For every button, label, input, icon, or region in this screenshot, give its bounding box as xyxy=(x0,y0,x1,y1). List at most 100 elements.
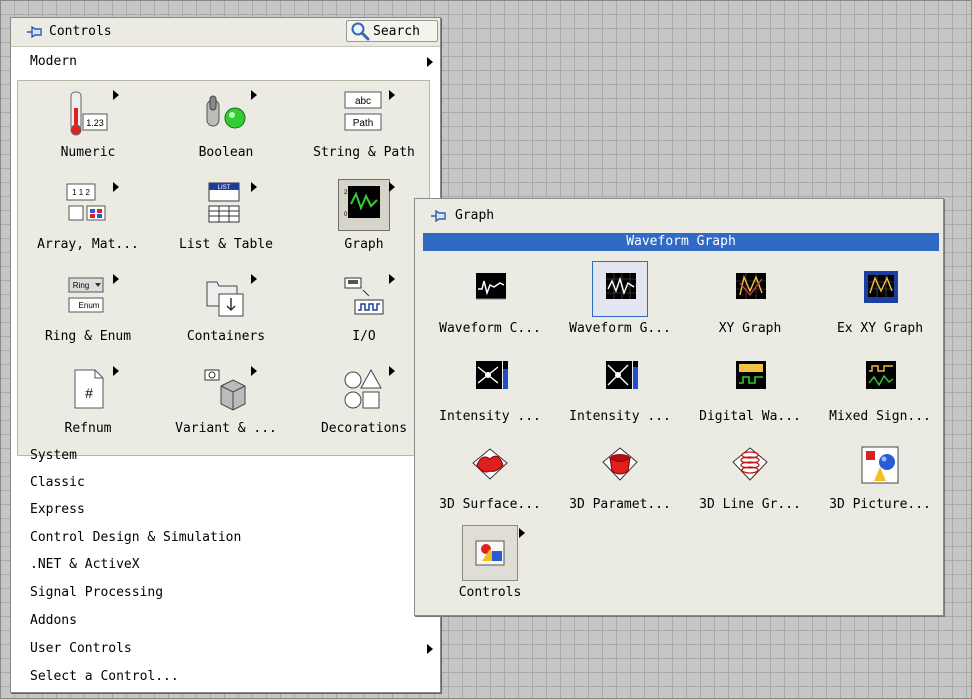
intensity-chart-icon xyxy=(476,361,508,389)
waveform-chart-icon xyxy=(476,273,506,300)
svg-text:Path: Path xyxy=(353,118,374,129)
magnifier-icon xyxy=(351,22,370,41)
submenu-arrow-icon xyxy=(519,528,525,538)
graph-item-digital-waveform[interactable]: Digital Wa... xyxy=(685,345,815,429)
graph-item-label: Mixed Sign... xyxy=(829,409,931,424)
palette-item-numeric[interactable]: 1.23 Numeric xyxy=(18,81,158,165)
category-label: Classic xyxy=(30,475,85,490)
3d-line-graph-icon xyxy=(732,447,768,481)
palette-item-label: Variant & ... xyxy=(175,421,277,436)
category-label: Select a Control... xyxy=(30,669,179,684)
array-matrix-icon: 1 1 2 xyxy=(66,183,106,221)
submenu-arrow-icon xyxy=(113,90,119,100)
3d-picture-icon xyxy=(861,446,899,484)
palette-item-label: Numeric xyxy=(60,145,116,160)
submenu-arrow-icon xyxy=(389,90,395,100)
controls-subpalette-icon xyxy=(475,540,505,566)
submenu-arrow-icon xyxy=(113,366,119,376)
category-control-design-simulation[interactable]: Control Design & Simulation xyxy=(11,524,440,551)
submenu-arrow-icon xyxy=(251,90,257,100)
graph-item-mixed-signal[interactable]: Mixed Sign... xyxy=(815,345,945,429)
submenu-arrow-icon xyxy=(113,274,119,284)
graph-item-label: Waveform C... xyxy=(439,321,541,336)
graph-icon: 2 0 xyxy=(344,186,380,218)
graph-item-label: 3D Paramet... xyxy=(569,497,671,512)
category-signal-processing[interactable]: Signal Processing xyxy=(11,579,440,606)
palette-item-refnum[interactable]: # Refnum xyxy=(18,357,158,441)
category-addons[interactable]: Addons xyxy=(11,607,440,634)
ring-enum-icon: Ring Enum xyxy=(68,277,104,313)
thumbtack-icon[interactable] xyxy=(429,208,447,224)
digital-waveform-icon xyxy=(736,361,766,389)
category-classic[interactable]: Classic xyxy=(11,469,440,496)
3d-surface-icon xyxy=(472,448,508,480)
selected-item-name: Waveform Graph xyxy=(423,233,939,251)
io-icon xyxy=(344,277,384,315)
submenu-arrow-icon xyxy=(251,274,257,284)
palette-item-boolean[interactable]: Boolean xyxy=(156,81,296,165)
palette-item-label: Ring & Enum xyxy=(44,329,132,344)
graph-item-label: 3D Surface... xyxy=(439,497,541,512)
submenu-arrow-icon xyxy=(389,182,395,192)
palette-title: Controls xyxy=(49,24,112,39)
svg-text:1 1 2: 1 1 2 xyxy=(72,188,90,197)
string-path-icon: abc Path xyxy=(344,91,382,131)
palette-item-label: I/O xyxy=(352,329,376,344)
refnum-icon: # xyxy=(74,369,104,409)
graph-item-3d-line-graph[interactable]: 3D Line Gr... xyxy=(685,433,815,517)
palette-item-io[interactable]: I/O xyxy=(294,265,434,349)
select-a-control-item[interactable]: Select a Control... xyxy=(11,663,440,690)
submenu-arrow-icon xyxy=(251,366,257,376)
category-label: System xyxy=(30,448,77,463)
category-user-controls[interactable]: User Controls xyxy=(11,635,440,662)
graph-item-controls-subpalette[interactable]: Controls xyxy=(425,521,555,605)
graph-item-label: Intensity ... xyxy=(569,409,671,424)
submenu-arrow-icon xyxy=(389,366,395,376)
search-button[interactable]: Search xyxy=(346,20,438,42)
graph-item-waveform-chart[interactable]: Waveform C... xyxy=(425,257,555,341)
intensity-graph-icon xyxy=(606,361,638,389)
palette-item-ring-enum[interactable]: Ring Enum Ring & Enum xyxy=(18,265,158,349)
graph-item-xy-graph[interactable]: XY Graph xyxy=(685,257,815,341)
palette-item-array-matrix[interactable]: 1 1 2 Array, Mat... xyxy=(18,173,158,257)
graph-item-3d-picture[interactable]: 3D Picture... xyxy=(815,433,945,517)
waveform-graph-icon xyxy=(606,273,636,299)
palette-item-graph[interactable]: 2 0 Graph xyxy=(294,173,434,257)
palette-item-label: Array, Mat... xyxy=(37,237,139,252)
svg-text:0: 0 xyxy=(344,212,348,218)
graph-item-label: Ex XY Graph xyxy=(836,321,924,336)
variant-class-icon xyxy=(204,369,246,411)
decorations-icon xyxy=(344,368,382,409)
xy-graph-icon xyxy=(736,273,766,299)
graph-item-waveform-graph[interactable]: Waveform G... xyxy=(555,257,685,341)
palette-header[interactable]: Controls Search xyxy=(11,18,440,47)
graph-item-ex-xy-graph[interactable]: Ex XY Graph xyxy=(815,257,945,341)
palette-item-label: Containers xyxy=(186,329,266,344)
palette-item-variant-class[interactable]: Variant & ... xyxy=(156,357,296,441)
graph-item-3d-surface[interactable]: 3D Surface... xyxy=(425,433,555,517)
category-modern[interactable]: Modern xyxy=(11,48,440,75)
graph-item-label: Digital Wa... xyxy=(699,409,801,424)
graph-item-intensity-chart[interactable]: Intensity ... xyxy=(425,345,555,429)
category-label: Express xyxy=(30,502,85,517)
graph-palette-title: Graph xyxy=(455,208,495,223)
svg-text:abc: abc xyxy=(355,96,371,107)
graph-palette-header[interactable]: Graph xyxy=(415,199,943,231)
palette-item-label: Decorations xyxy=(320,421,408,436)
category-net-activex[interactable]: .NET & ActiveX xyxy=(11,551,440,578)
submenu-arrow-icon xyxy=(113,182,119,192)
thumbtack-icon[interactable] xyxy=(25,24,43,40)
containers-icon xyxy=(206,281,244,317)
palette-item-decorations[interactable]: Decorations xyxy=(294,357,434,441)
graph-item-intensity-graph[interactable]: Intensity ... xyxy=(555,345,685,429)
graph-item-3d-parametric[interactable]: 3D Paramet... xyxy=(555,433,685,517)
palette-item-label: Graph xyxy=(344,237,384,252)
palette-item-list-table[interactable]: LIST List & Table xyxy=(156,173,296,257)
palette-item-string-path[interactable]: abc Path String & Path xyxy=(294,81,434,165)
category-express[interactable]: Express xyxy=(11,496,440,523)
category-label: .NET & ActiveX xyxy=(30,557,140,572)
category-system[interactable]: System xyxy=(11,442,440,469)
graph-item-label: Waveform G... xyxy=(569,321,671,336)
graph-item-label: 3D Picture... xyxy=(829,497,931,512)
palette-item-containers[interactable]: Containers xyxy=(156,265,296,349)
